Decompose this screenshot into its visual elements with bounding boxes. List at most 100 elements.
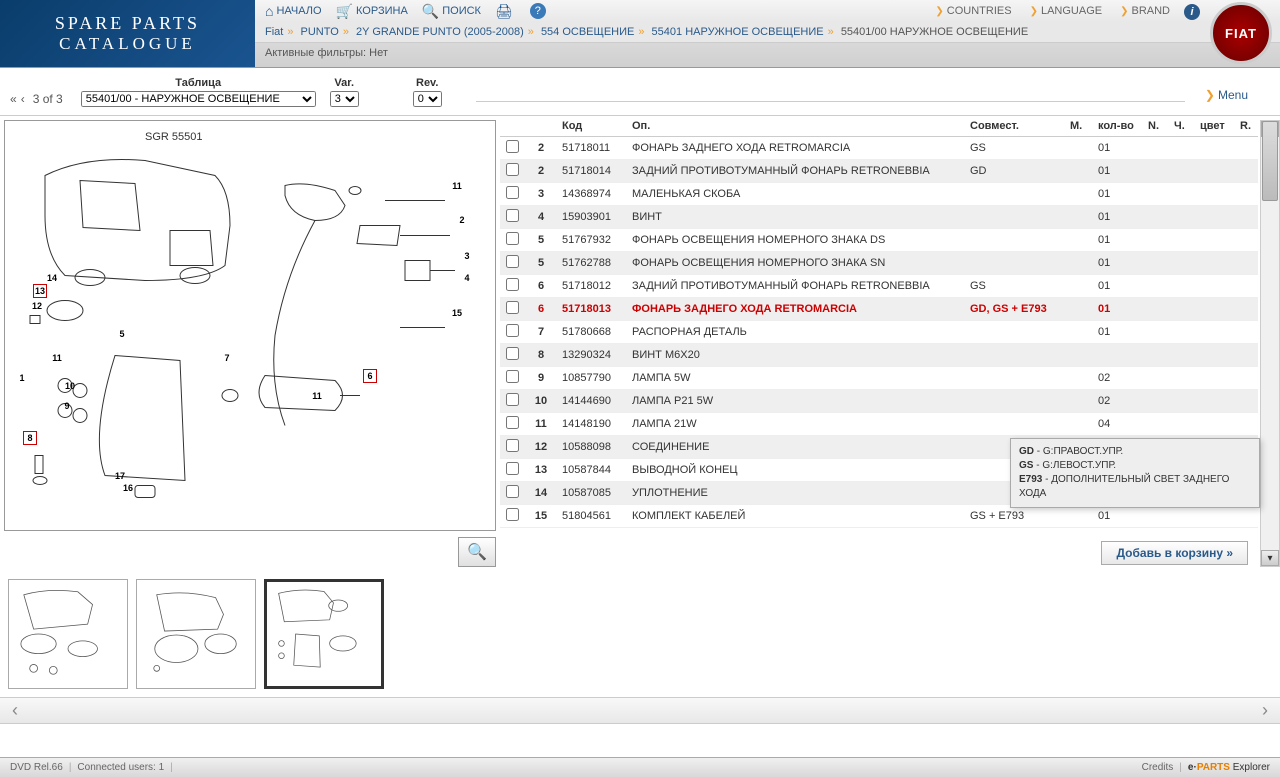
row-checkbox[interactable]	[506, 278, 519, 291]
callout-13[interactable]: 13	[33, 284, 47, 298]
row-num: 14	[526, 482, 556, 505]
row-checkbox[interactable]	[506, 370, 519, 383]
nav-cart[interactable]: 🛒КОРЗИНА	[336, 3, 408, 20]
table-row[interactable]: 6 51718013 ФОНАРЬ ЗАДНЕГО ХОДА RETROMARC…	[500, 298, 1258, 321]
table-row[interactable]: 4 15903901 ВИНТ 01	[500, 206, 1258, 229]
row-checkbox[interactable]	[506, 462, 519, 475]
row-checkbox[interactable]	[506, 416, 519, 429]
rev-select[interactable]: 0	[413, 91, 442, 107]
table-row[interactable]: 11 14148190 ЛАМПА 21W 04	[500, 413, 1258, 436]
row-checkbox[interactable]	[506, 163, 519, 176]
add-to-cart-button[interactable]: Добавь в корзину »	[1101, 541, 1248, 565]
app-header: SPARE PARTS CATALOGUE ⌂НАЧАЛО 🛒КОРЗИНА 🔍…	[0, 0, 1280, 68]
crumb[interactable]: 2Y GRANDE PUNTO (2005-2008)	[356, 26, 524, 38]
row-num: 8	[526, 344, 556, 367]
scroll-down-icon[interactable]: ▾	[1261, 550, 1279, 566]
var-label: Var.	[330, 77, 359, 89]
row-compat	[964, 390, 1064, 413]
row-qty: 01	[1092, 160, 1142, 183]
nav-home[interactable]: ⌂НАЧАЛО	[265, 3, 322, 19]
scrollbar-thumb[interactable]	[1262, 121, 1278, 201]
row-num: 6	[526, 298, 556, 321]
callout: 10	[63, 379, 77, 393]
callout: 4	[460, 271, 474, 285]
info-icon[interactable]: i	[1184, 4, 1200, 20]
menu-link[interactable]: ❯Menu	[1205, 88, 1248, 102]
table-row[interactable]: 2 51718014 ЗАДНИЙ ПРОТИВОТУМАННЫЙ ФОНАРЬ…	[500, 160, 1258, 183]
nav-countries[interactable]: ❯COUNTRIES	[935, 5, 1011, 17]
row-desc: ЛАМПА 21W	[626, 413, 964, 436]
callout: 15	[450, 306, 464, 320]
table-row[interactable]: 8 13290324 ВИНТ M6X20	[500, 344, 1258, 367]
vertical-scrollbar[interactable]: ▴ ▾	[1260, 120, 1280, 567]
thumbnail-1[interactable]	[8, 579, 128, 689]
nav-left-icon[interactable]: ‹	[12, 700, 18, 721]
table-row[interactable]: 5 51762788 ФОНАРЬ ОСВЕЩЕНИЯ НОМЕРНОГО ЗН…	[500, 252, 1258, 275]
thumbnail-3[interactable]	[264, 579, 384, 689]
row-checkbox[interactable]	[506, 324, 519, 337]
zoom-button[interactable]: 🔍	[458, 537, 496, 567]
row-num: 5	[526, 229, 556, 252]
row-code: 51718013	[556, 298, 626, 321]
row-checkbox[interactable]	[506, 255, 519, 268]
row-code: 14368974	[556, 183, 626, 206]
row-desc: ЗАДНИЙ ПРОТИВОТУМАННЫЙ ФОНАРЬ RETRONEBBI…	[626, 160, 964, 183]
bottom-nav: ‹ ›	[0, 697, 1280, 724]
row-num: 13	[526, 459, 556, 482]
credits-link[interactable]: Credits	[1142, 762, 1174, 773]
print-icon: 🖨	[495, 3, 513, 20]
top-nav: ⌂НАЧАЛО 🛒КОРЗИНА 🔍ПОИСК 🖨 ? ❯COUNTRIES ❯…	[255, 0, 1280, 22]
row-checkbox[interactable]	[506, 232, 519, 245]
callout: 5	[115, 327, 129, 341]
row-qty: 01	[1092, 137, 1142, 160]
th-ch: Ч.	[1168, 116, 1194, 137]
row-desc: РАСПОРНАЯ ДЕТАЛЬ	[626, 321, 964, 344]
table-row[interactable]: 7 51780668 РАСПОРНАЯ ДЕТАЛЬ 01	[500, 321, 1258, 344]
parts-diagram[interactable]: SGR 55501	[4, 120, 496, 531]
callout: 7	[220, 351, 234, 365]
table-row[interactable]: 10 14144690 ЛАМПА P21 5W 02	[500, 390, 1258, 413]
crumb[interactable]: 554 ОСВЕЩЕНИЕ	[541, 26, 634, 38]
row-code: 14144690	[556, 390, 626, 413]
nav-print[interactable]: 🖨	[495, 3, 516, 20]
thumbnail-2[interactable]	[136, 579, 256, 689]
binoculars-icon: 🔍	[422, 3, 439, 20]
row-checkbox[interactable]	[506, 485, 519, 498]
row-checkbox[interactable]	[506, 508, 519, 521]
var-select[interactable]: 3	[330, 91, 359, 107]
row-checkbox[interactable]	[506, 393, 519, 406]
row-checkbox[interactable]	[506, 347, 519, 360]
row-desc: ВИНТ M6X20	[626, 344, 964, 367]
nav-right-icon[interactable]: ›	[1262, 700, 1268, 721]
crumb[interactable]: 55401 НАРУЖНОЕ ОСВЕЩЕНИЕ	[652, 26, 824, 38]
table-row[interactable]: 6 51718012 ЗАДНИЙ ПРОТИВОТУМАННЫЙ ФОНАРЬ…	[500, 275, 1258, 298]
row-code: 10587085	[556, 482, 626, 505]
callout-8[interactable]: 8	[23, 431, 37, 445]
nav-brand[interactable]: ❯BRAND	[1120, 5, 1170, 17]
row-checkbox[interactable]	[506, 209, 519, 222]
crumb[interactable]: PUNTO	[301, 26, 339, 38]
table-row[interactable]: 3 14368974 МАЛЕНЬКАЯ СКОБА 01	[500, 183, 1258, 206]
table-row[interactable]: 9 10857790 ЛАМПА 5W 02	[500, 367, 1258, 390]
pager-first[interactable]: «	[10, 92, 17, 106]
row-desc: ФОНАРЬ ОСВЕЩЕНИЯ НОМЕРНОГО ЗНАКА SN	[626, 252, 964, 275]
diagram-ref: SGR 55501	[145, 131, 202, 143]
row-code: 13290324	[556, 344, 626, 367]
row-checkbox[interactable]	[506, 140, 519, 153]
table-select[interactable]: 55401/00 - НАРУЖНОЕ ОСВЕЩЕНИЕ	[81, 91, 316, 107]
callout: 11	[450, 179, 464, 193]
chevron-icon: ❯	[1030, 6, 1038, 17]
row-checkbox[interactable]	[506, 301, 519, 314]
table-row[interactable]: 5 51767932 ФОНАРЬ ОСВЕЩЕНИЯ НОМЕРНОГО ЗН…	[500, 229, 1258, 252]
th-qty: кол-во	[1092, 116, 1142, 137]
nav-help[interactable]: ?	[530, 3, 549, 19]
nav-language[interactable]: ❯LANGUAGE	[1030, 5, 1103, 17]
pager-prev[interactable]: ‹	[21, 92, 25, 106]
table-row[interactable]: 2 51718011 ФОНАРЬ ЗАДНЕГО ХОДА RETROMARC…	[500, 137, 1258, 160]
row-checkbox[interactable]	[506, 439, 519, 452]
crumb[interactable]: Fiat	[265, 26, 283, 38]
callout-6[interactable]: 6	[363, 369, 377, 383]
nav-search[interactable]: 🔍ПОИСК	[422, 3, 481, 20]
chevron-icon: ❯	[935, 6, 943, 17]
row-checkbox[interactable]	[506, 186, 519, 199]
